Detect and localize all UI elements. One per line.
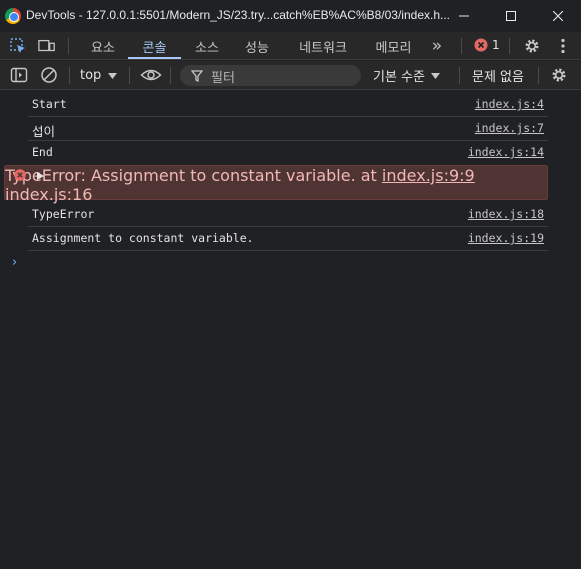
console-message: Start index.js:4 (0, 91, 548, 116)
source-link[interactable]: index.js:14 (468, 145, 544, 159)
expand-triangle-icon[interactable] (37, 172, 44, 180)
stack-prefix: at (360, 166, 382, 185)
issues-button[interactable]: 문제 없음 (472, 61, 524, 90)
sidebar-toggle-icon[interactable] (10, 66, 28, 84)
tab-elements[interactable]: 요소 (80, 32, 126, 60)
error-icon (14, 169, 26, 181)
inspect-element-icon[interactable] (9, 37, 27, 55)
console-message: TypeError index.js:18 (0, 203, 548, 226)
chevron-down-icon (430, 72, 440, 79)
toolbar-separator (538, 67, 539, 84)
console-toolbar: top 필터 기본 수준 문제 없음 (0, 61, 581, 90)
source-link[interactable]: index.js:16 (5, 185, 92, 204)
tabbar-separator (509, 38, 510, 54)
console-message: Assignment to constant variable. index.j… (0, 227, 548, 250)
filter-icon (191, 70, 203, 82)
more-tabs-button[interactable]: » (425, 32, 449, 60)
source-link[interactable]: index.js:19 (468, 231, 544, 245)
tabbar-separator (461, 38, 462, 54)
chevron-down-icon (108, 72, 118, 79)
error-stack-line: at index.js:9:9 (361, 166, 475, 185)
eye-icon[interactable] (140, 66, 162, 84)
filter-placeholder: 필터 (211, 71, 235, 86)
console-error-message: TypeError: Assignment to constant variab… (4, 165, 548, 204)
close-icon (553, 11, 563, 21)
device-toolbar-icon[interactable] (38, 37, 56, 55)
console-message-text: 섭이 (32, 124, 56, 139)
console-message: 섭이 index.js:7 (0, 117, 548, 140)
context-select-value: top (80, 68, 102, 83)
stack-source-link[interactable]: index.js:9:9 (382, 166, 475, 185)
window-title: DevTools - 127.0.0.1:5501/Modern_JS/23.t… (26, 8, 451, 22)
source-link[interactable]: index.js:7 (475, 121, 544, 135)
maximize-button[interactable] (488, 0, 534, 32)
settings-icon[interactable] (523, 37, 541, 55)
close-button[interactable] (535, 0, 581, 32)
tab-network[interactable]: 네트워크 (288, 32, 358, 60)
tab-performance[interactable]: 성능 (234, 32, 280, 60)
row-separator (28, 250, 548, 251)
error-message-text[interactable]: TypeError: Assignment to constant variab… (5, 166, 356, 185)
console-output: Start index.js:4 섭이 index.js:7 End index… (0, 91, 581, 569)
log-levels-value: 기본 수준 (373, 70, 425, 85)
prompt-chevron-icon[interactable]: › (12, 255, 17, 270)
tab-sources[interactable]: 소스 (184, 32, 230, 60)
source-link[interactable]: index.js:18 (468, 207, 544, 221)
error-count: 1 (492, 38, 500, 52)
console-settings-icon[interactable] (550, 66, 568, 84)
console-message-text: Assignment to constant variable. (32, 231, 254, 245)
minimize-icon (459, 15, 469, 17)
error-icon (474, 38, 488, 52)
toolbar-separator (170, 67, 171, 84)
error-counter-button[interactable]: 1 (474, 38, 500, 52)
devtools-tabbar: 요소 콘솔 소스 성능 네트워크 메모리 » 1 (0, 32, 581, 60)
more-options-icon[interactable] (554, 37, 572, 55)
clear-console-icon[interactable] (40, 66, 58, 84)
source-link[interactable]: index.js:4 (475, 97, 544, 111)
toolbar-separator (459, 67, 460, 84)
toolbar-separator (129, 67, 130, 84)
window-titlebar: DevTools - 127.0.0.1:5501/Modern_JS/23.t… (0, 0, 581, 32)
tab-memory[interactable]: 메모리 (366, 32, 421, 60)
toolbar-separator (69, 67, 70, 84)
tab-console[interactable]: 콘솔 (128, 32, 181, 60)
maximize-icon (506, 11, 516, 21)
console-message-text: TypeError (32, 207, 95, 221)
console-message-text: Start (32, 97, 67, 111)
minimize-button[interactable] (441, 0, 487, 32)
tabbar-separator (68, 38, 69, 54)
log-levels-select[interactable]: 기본 수준 (373, 61, 440, 90)
active-tab-indicator (128, 57, 181, 59)
filter-input[interactable]: 필터 (180, 65, 361, 86)
chrome-logo-icon (5, 8, 21, 24)
console-message-text: End (32, 145, 53, 159)
console-message: End index.js:14 (0, 141, 548, 164)
context-select[interactable]: top (80, 61, 118, 90)
